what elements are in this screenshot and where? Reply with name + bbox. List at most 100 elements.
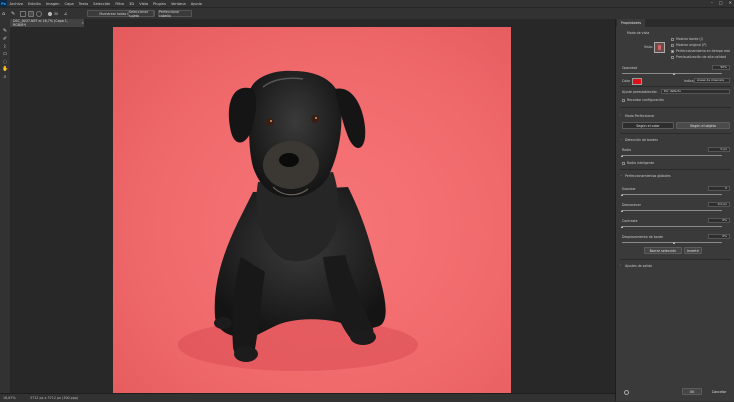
opacity-field[interactable]: 50%: [712, 65, 730, 70]
clear-selection-button[interactable]: Borrar selección: [644, 247, 682, 254]
image-canvas[interactable]: [113, 27, 511, 393]
color-label: Color: [622, 79, 631, 83]
object-selection-icon[interactable]: ▭: [2, 51, 8, 57]
feather-field[interactable]: 0,0 px: [708, 202, 730, 207]
remember-settings-label: Recordar configuración: [627, 98, 664, 102]
show-original-label: Mostrar original (P): [676, 43, 707, 47]
angle-icon[interactable]: ∠: [64, 11, 70, 17]
preset-label: Ajuste preestablecido:: [622, 90, 658, 94]
feather-label: Desvanecer: [622, 203, 641, 207]
add-to-selection-icon[interactable]: [28, 11, 34, 17]
maximize-icon[interactable]: □: [719, 0, 723, 5]
output-settings-label: Ajustes de salida: [625, 264, 652, 268]
opacity-slider[interactable]: [622, 73, 722, 74]
cancel-button[interactable]: Cancelar: [706, 388, 732, 395]
menu-texto[interactable]: Texto: [76, 2, 90, 6]
brush-tool-icon[interactable]: ⌇: [2, 44, 8, 50]
lasso-tool-icon[interactable]: ◌: [2, 59, 8, 65]
radius-field[interactable]: 0 px: [708, 147, 730, 152]
contrast-slider-thumb[interactable]: [621, 226, 623, 228]
global-refinements-label: Perfeccionamientos globales: [625, 174, 671, 178]
menu-plugins[interactable]: Plugins: [151, 2, 169, 6]
invert-button[interactable]: Invertir: [684, 247, 702, 254]
reset-icon[interactable]: [624, 390, 629, 395]
refine-mode-chevron-icon[interactable]: ›: [620, 113, 621, 117]
global-refinements-chevron-icon[interactable]: ⌄: [620, 173, 623, 177]
properties-tab[interactable]: Propiedades: [617, 19, 645, 27]
dog-photo-image: [178, 70, 418, 371]
radius-slider[interactable]: [622, 155, 722, 156]
shift-edge-slider[interactable]: [622, 242, 722, 243]
view-label: Vista:: [644, 45, 653, 49]
quick-selection-brush-icon[interactable]: ✎: [2, 28, 8, 34]
refine-mode-label: Modo Perfeccionar: [625, 114, 655, 118]
ok-button[interactable]: OK: [682, 388, 702, 395]
smooth-label: Suavizar: [622, 187, 636, 191]
minimize-icon[interactable]: –: [711, 0, 713, 5]
smart-radius-checkbox[interactable]: [622, 162, 625, 165]
menu-seleccion[interactable]: Selección: [91, 2, 113, 6]
smart-radius-label: Radio inteligente: [627, 161, 655, 165]
menu-archivo[interactable]: Archivo: [7, 2, 25, 6]
feather-slider[interactable]: [622, 210, 722, 211]
menu-bar: Ps Archivo Edición Imagen Capa Texto Sel…: [0, 0, 734, 7]
smooth-slider[interactable]: [622, 194, 722, 195]
smooth-slider-thumb[interactable]: [621, 194, 623, 196]
realtime-refinement-checkbox[interactable]: [671, 50, 674, 53]
mode-object-button[interactable]: Según el objeto: [676, 122, 730, 129]
panel-tab-bar: Propiedades: [616, 19, 734, 27]
hand-tool-icon[interactable]: ✋: [2, 66, 8, 72]
view-mode-thumbnail[interactable]: [654, 42, 665, 53]
shift-edge-field[interactable]: 0%: [708, 234, 730, 239]
radius-slider-thumb[interactable]: [621, 155, 623, 157]
preset-dropdown[interactable]: Por defecto: [661, 89, 730, 94]
quick-selection-tool-icon[interactable]: ✎: [11, 11, 17, 17]
select-subject-button[interactable]: Seleccionar sujeto: [128, 10, 154, 18]
high-quality-preview-label: Previsualización de alta calidad: [676, 55, 727, 59]
menu-filtro[interactable]: Filtro: [113, 2, 127, 6]
document-tab-label: DSC_0037.NEF al 16,7% (Capa 1, RGB/8*): [13, 19, 68, 27]
refine-edge-brush-icon[interactable]: ✐: [2, 36, 8, 42]
menu-ventana[interactable]: Ventana: [168, 2, 188, 6]
edge-detection-chevron-icon[interactable]: ⌄: [620, 137, 623, 141]
brush-preset-icon[interactable]: [48, 12, 52, 16]
home-icon[interactable]: ⌂: [2, 11, 8, 17]
feather-slider-thumb[interactable]: [621, 210, 623, 212]
close-icon[interactable]: ✕: [729, 0, 732, 5]
new-selection-icon[interactable]: [20, 11, 26, 17]
indicates-dropdown[interactable]: Áreas de máscara: [694, 78, 730, 83]
zoom-level[interactable]: 16,67%: [3, 396, 16, 400]
contrast-field[interactable]: 0%: [708, 218, 730, 223]
refine-hair-button[interactable]: Perfeccionar cabello: [158, 10, 192, 18]
opacity-label: Opacidad: [622, 66, 638, 70]
menu-edicion[interactable]: Edición: [25, 2, 43, 6]
menu-imagen[interactable]: Imagen: [43, 2, 62, 6]
zoom-tool-icon[interactable]: ⌕: [2, 74, 8, 80]
shift-edge-slider-thumb[interactable]: [673, 242, 675, 244]
close-tab-icon[interactable]: ×: [81, 21, 84, 25]
smooth-field[interactable]: 0: [708, 186, 730, 191]
show-edge-label: Mostrar borde (J): [676, 37, 703, 41]
opacity-slider-thumb[interactable]: [673, 73, 675, 75]
overlay-color-swatch[interactable]: [632, 78, 642, 85]
menu-vista[interactable]: Vista: [137, 2, 151, 6]
subtract-from-selection-icon[interactable]: [36, 11, 42, 17]
properties-panel: Propiedades Modo de vista Vista: Mostrar…: [615, 19, 734, 401]
contrast-label: Contraste: [622, 219, 638, 223]
document-tab[interactable]: DSC_0037.NEF al 16,7% (Capa 1, RGB/8*) ×: [10, 19, 84, 27]
document-tabs: DSC_0037.NEF al 16,7% (Capa 1, RGB/8*) ×: [10, 19, 615, 27]
mode-color-button[interactable]: Según el color: [622, 122, 674, 129]
edge-detection-label: Detección de bordes: [625, 138, 658, 142]
brush-size-value[interactable]: 30: [54, 12, 58, 16]
remember-settings-checkbox[interactable]: [622, 99, 625, 102]
photoshop-logo-icon: Ps: [0, 0, 7, 7]
high-quality-preview-checkbox[interactable]: [671, 56, 674, 59]
show-edge-checkbox[interactable]: [671, 38, 674, 41]
output-settings-chevron-icon[interactable]: ›: [620, 263, 621, 267]
realtime-refinement-label: Perfeccionamiento en tiempo real: [676, 49, 730, 53]
contrast-slider[interactable]: [622, 226, 722, 227]
menu-ayuda[interactable]: Ayuda: [188, 2, 204, 6]
menu-3d[interactable]: 3D: [127, 2, 137, 6]
show-original-checkbox[interactable]: [671, 44, 674, 47]
menu-capa[interactable]: Capa: [62, 2, 76, 6]
